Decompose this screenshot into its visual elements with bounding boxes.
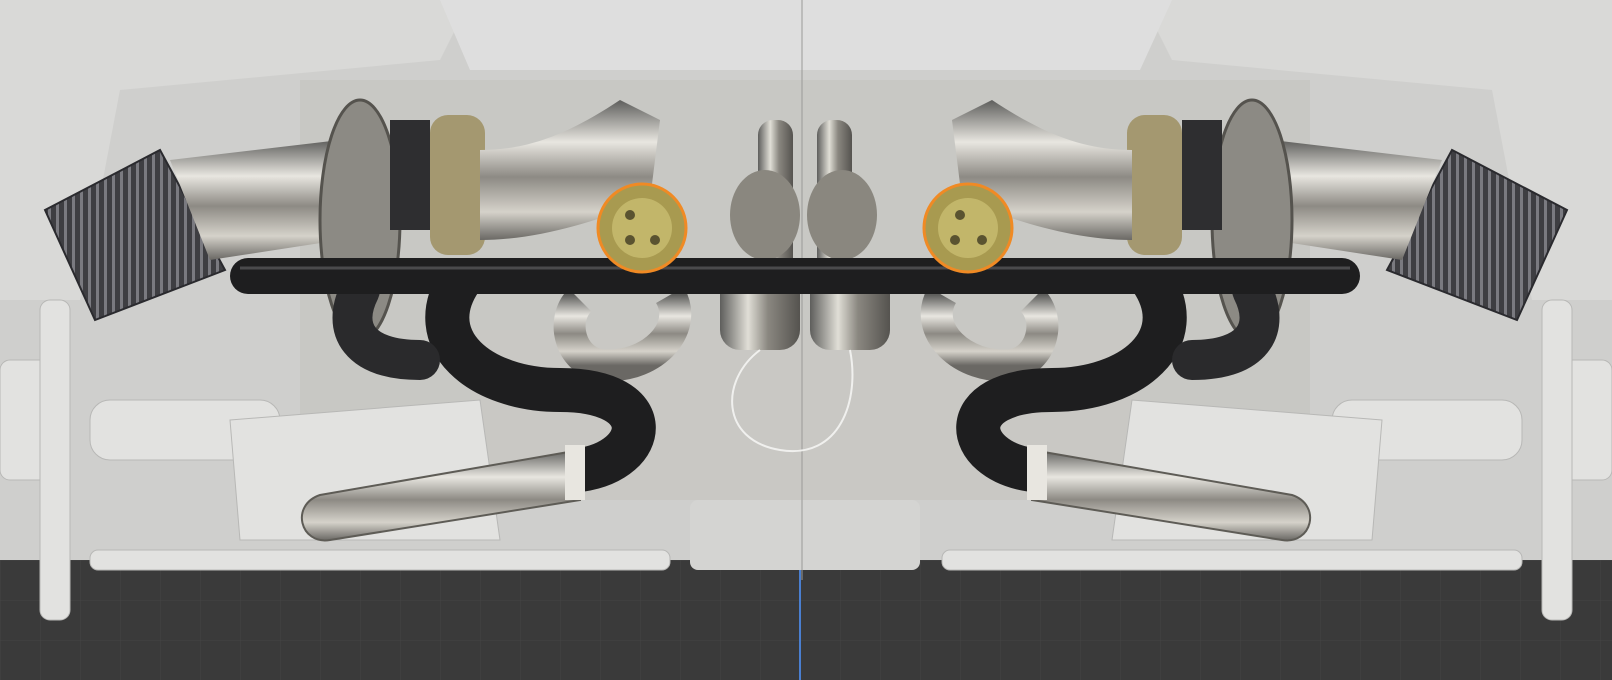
wastegate-left[interactable]	[596, 182, 688, 274]
viewport-grid	[0, 560, 1612, 680]
wastegate-right[interactable]	[922, 182, 1014, 274]
intercooler-pipe	[230, 258, 1360, 294]
3d-viewport[interactable]	[0, 0, 1612, 680]
viewport-canvas[interactable]	[0, 0, 1612, 680]
